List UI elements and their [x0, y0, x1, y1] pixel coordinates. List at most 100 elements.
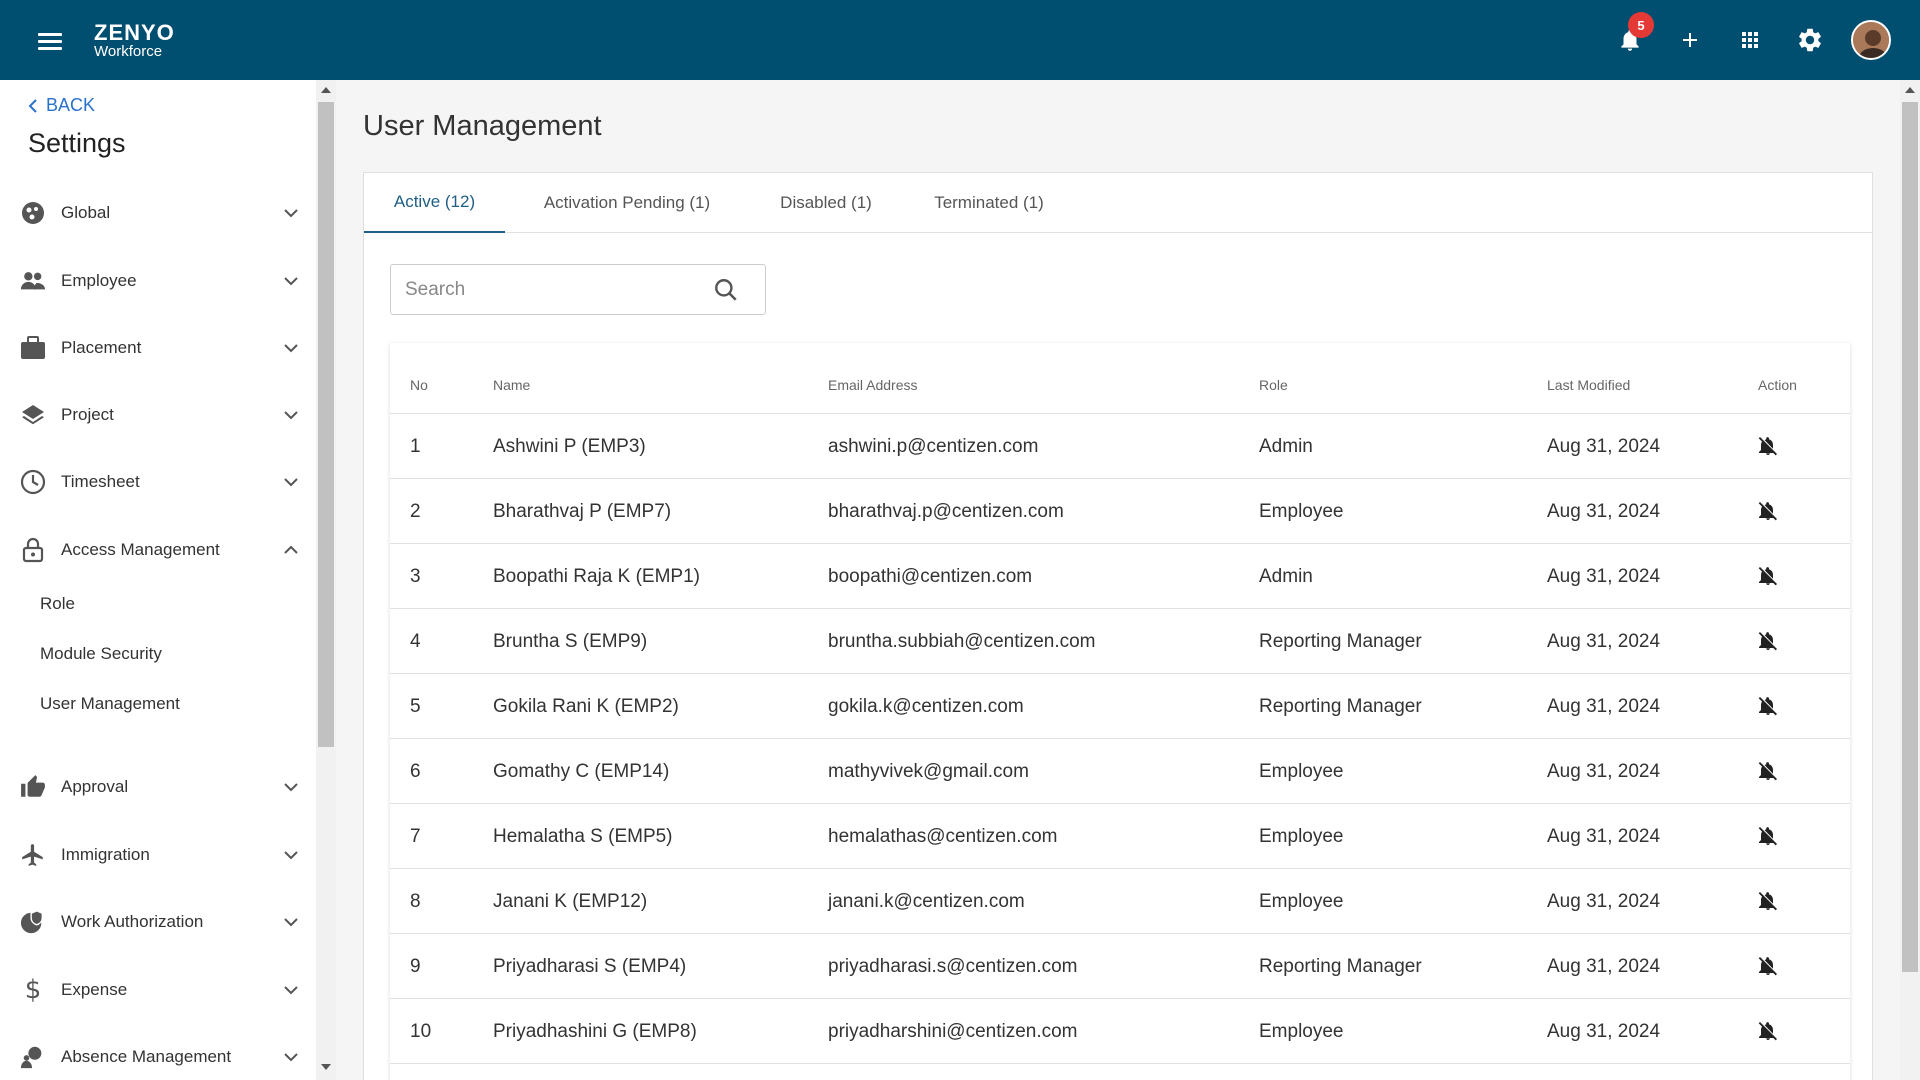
- main-scrollbar-thumb[interactable]: [1902, 102, 1918, 972]
- settings-button[interactable]: [1794, 24, 1826, 56]
- sidebar-item-project[interactable]: Project: [0, 390, 316, 440]
- table-row: 5 Gokila Rani K (EMP2) gokila.k@centizen…: [390, 673, 1850, 738]
- add-button[interactable]: [1674, 24, 1706, 56]
- sidebar-subitem-user-management[interactable]: User Management: [40, 694, 180, 714]
- sidebar-subitem-module-security[interactable]: Module Security: [40, 644, 162, 664]
- scroll-down-arrow-icon[interactable]: [321, 1064, 331, 1070]
- cell-name: Priyadhashini G (EMP8): [493, 1021, 697, 1042]
- chevron-down-icon: [284, 918, 298, 927]
- apps-grid-icon: [1742, 32, 1758, 48]
- cell-no: 4: [410, 631, 421, 652]
- chevron-left-icon: [28, 98, 37, 113]
- cell-role: Reporting Manager: [1259, 696, 1422, 717]
- cell-no: 2: [410, 501, 421, 522]
- sidebar-item-placement[interactable]: Placement: [0, 323, 316, 373]
- disable-user-icon[interactable]: [1756, 564, 1780, 588]
- menu-icon[interactable]: [38, 33, 62, 50]
- tab-bar: Active (12) Activation Pending (1) Disab…: [364, 173, 1872, 233]
- logo-bottom-text: Workforce: [94, 43, 163, 60]
- cell-last-modified: Aug 31, 2024: [1547, 761, 1661, 782]
- cell-email: ashwini.p@centizen.com: [828, 436, 1039, 457]
- cell-no: 10: [410, 1021, 432, 1042]
- chevron-down-icon: [284, 783, 298, 792]
- tab-disabled[interactable]: Disabled (1): [749, 173, 903, 233]
- sidebar-item-access-management[interactable]: Access Management: [0, 525, 316, 575]
- cell-email: janani.k@centizen.com: [828, 891, 1025, 912]
- disable-user-icon[interactable]: [1756, 954, 1780, 978]
- cell-last-modified: Aug 31, 2024: [1547, 956, 1661, 977]
- back-link[interactable]: BACK: [28, 95, 95, 116]
- disable-user-icon[interactable]: [1756, 694, 1780, 718]
- disable-user-icon[interactable]: [1756, 434, 1780, 458]
- back-label: BACK: [46, 95, 96, 115]
- table-row: [390, 1063, 1850, 1080]
- sidebar-item-global[interactable]: Global: [0, 188, 316, 238]
- page-title: User Management: [363, 110, 602, 142]
- notifications-button[interactable]: 5: [1614, 12, 1654, 56]
- disable-user-icon[interactable]: [1756, 499, 1780, 523]
- search-icon[interactable]: [713, 277, 739, 303]
- notification-badge: 5: [1628, 12, 1654, 38]
- sidebar-item-label: Work Authorization: [61, 912, 204, 931]
- sidebar-item-expense[interactable]: $ Expense: [0, 965, 316, 1015]
- table-row: 1 Ashwini P (EMP3) ashwini.p@centizen.co…: [390, 413, 1850, 478]
- cell-name: Bharathvaj P (EMP7): [493, 501, 672, 522]
- sidebar-item-label: Employee: [61, 271, 137, 290]
- cell-last-modified: Aug 31, 2024: [1547, 436, 1661, 457]
- cell-no: 6: [410, 761, 421, 782]
- dollar-icon: $: [24, 975, 42, 1005]
- cell-email: mathyvivek@gmail.com: [828, 761, 1029, 782]
- apps-button[interactable]: [1734, 24, 1766, 56]
- airplane-icon: [20, 842, 46, 868]
- chevron-up-icon: [284, 545, 298, 554]
- sidebar-subitem-role[interactable]: Role: [40, 594, 75, 614]
- table-row: 4 Bruntha S (EMP9) bruntha.subbiah@centi…: [390, 608, 1850, 673]
- disable-user-icon[interactable]: [1756, 824, 1780, 848]
- logo-top-text: ZENYO: [94, 20, 175, 45]
- avatar[interactable]: [1851, 20, 1891, 60]
- search-input[interactable]: [405, 275, 695, 305]
- thumbs-up-icon: [20, 774, 46, 800]
- tab-terminated[interactable]: Terminated (1): [903, 173, 1075, 233]
- sidebar-item-absence-management[interactable]: Absence Management: [0, 1032, 316, 1080]
- cell-email: boopathi@centizen.com: [828, 566, 1033, 587]
- sidebar-item-label: Timesheet: [61, 472, 140, 491]
- briefcase-icon: [20, 335, 46, 361]
- logo[interactable]: ZENYO Workforce: [94, 20, 175, 60]
- scroll-up-arrow-icon[interactable]: [321, 87, 331, 93]
- cell-last-modified: Aug 31, 2024: [1547, 891, 1661, 912]
- sidebar-item-label: Absence Management: [61, 1047, 232, 1066]
- cell-role: Employee: [1259, 501, 1344, 522]
- sidebar-item-work-authorization[interactable]: Work Authorization: [0, 897, 316, 947]
- sidebar-scrollbar-thumb[interactable]: [318, 102, 334, 747]
- cell-no: 1: [410, 436, 421, 457]
- cell-role: Admin: [1259, 436, 1313, 457]
- plus-icon: [1683, 33, 1697, 47]
- chevron-down-icon: [284, 478, 298, 487]
- scroll-up-arrow-icon[interactable]: [1905, 87, 1915, 93]
- cell-role: Employee: [1259, 761, 1344, 782]
- disable-user-icon[interactable]: [1756, 629, 1780, 653]
- disable-user-icon[interactable]: [1756, 1019, 1780, 1043]
- sidebar-item-approval[interactable]: Approval: [0, 762, 316, 812]
- cell-last-modified: Aug 31, 2024: [1547, 696, 1661, 717]
- cell-last-modified: Aug 31, 2024: [1547, 826, 1661, 847]
- sidebar-item-label: Expense: [61, 980, 128, 999]
- chevron-down-icon: [284, 411, 298, 420]
- sidebar-item-immigration[interactable]: Immigration: [0, 830, 316, 880]
- column-header-no: No: [410, 377, 428, 393]
- sidebar-item-employee[interactable]: Employee: [0, 256, 316, 306]
- table-row: 7 Hemalatha S (EMP5) hemalathas@centizen…: [390, 803, 1850, 868]
- column-header-role: Role: [1259, 377, 1288, 393]
- cell-email: bharathvaj.p@centizen.com: [828, 501, 1064, 522]
- tab-activation-pending[interactable]: Activation Pending (1): [505, 173, 749, 233]
- sidebar-item-timesheet[interactable]: Timesheet: [0, 457, 316, 507]
- settings-title: Settings: [28, 128, 126, 158]
- cell-no: 7: [410, 826, 421, 847]
- disable-user-icon[interactable]: [1756, 759, 1780, 783]
- tab-active[interactable]: Active (12): [364, 173, 505, 233]
- cell-role: Employee: [1259, 891, 1344, 912]
- table-row: 10 Priyadhashini G (EMP8) priyadharshini…: [390, 998, 1850, 1063]
- disable-user-icon[interactable]: [1756, 889, 1780, 913]
- cell-email: priyadharshini@centizen.com: [828, 1021, 1078, 1042]
